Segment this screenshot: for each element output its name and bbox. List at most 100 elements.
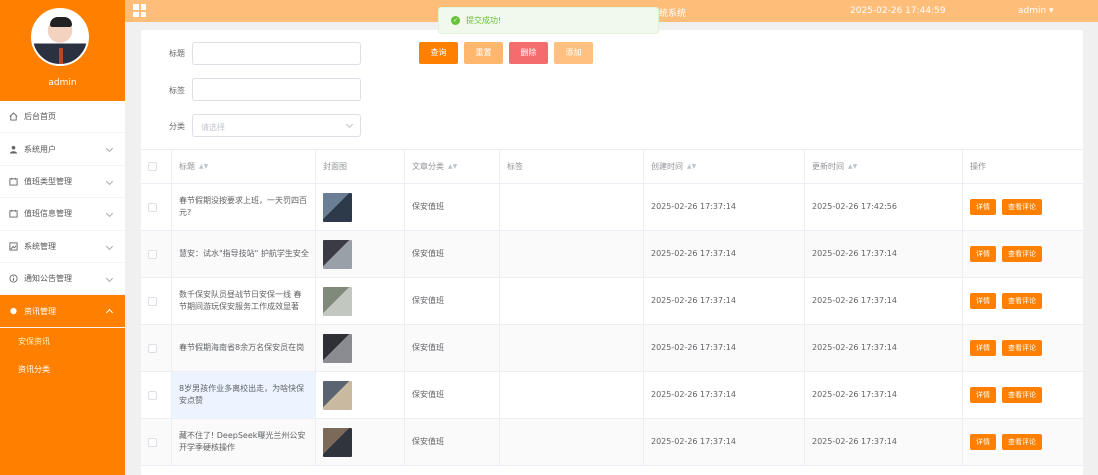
view-comments-button[interactable]: 查看评论 (1002, 340, 1042, 356)
reset-button[interactable]: 重置 (464, 42, 503, 64)
cover-image[interactable] (323, 380, 352, 410)
chevron-down-icon (345, 120, 354, 129)
col-created[interactable]: 创建时间 ▲▼ (644, 150, 805, 183)
row-checkbox[interactable] (148, 343, 157, 353)
chevron-down-icon (105, 177, 114, 185)
toast-message: 提交成功! (466, 16, 502, 25)
row-title: 8岁男孩作业多离校出走，为啥快保安点赞 (172, 372, 316, 418)
row-cover-cell (316, 372, 405, 418)
row-select-cell (141, 419, 172, 465)
detail-button[interactable]: 详情 (970, 434, 996, 450)
sort-icon: ▲▼ (848, 162, 858, 170)
row-checkbox[interactable] (148, 202, 157, 212)
select-all-checkbox[interactable] (148, 162, 157, 171)
info-icon (9, 274, 18, 283)
col-updated[interactable]: 更新时间 ▲▼ (805, 150, 963, 183)
detail-button[interactable]: 详情 (970, 293, 996, 309)
avatar[interactable] (31, 8, 89, 66)
view-comments-button[interactable]: 查看评论 (1002, 434, 1042, 450)
title-filter-label: 标题 (169, 49, 185, 58)
row-checkbox[interactable] (148, 296, 157, 306)
category-select[interactable]: 请选择 (192, 114, 361, 137)
detail-button[interactable]: 详情 (970, 387, 996, 403)
success-toast: ✓ 提交成功! (438, 7, 659, 34)
add-button[interactable]: 添加 (554, 42, 593, 64)
main-panel: 标题 标签 分类 请选择 查询 重置 删除 添加 标题 ▲▼ 封面图 文章分类 ▲▼… (141, 30, 1083, 475)
table-row: 8岁男孩作业多离校出走，为啥快保安点赞 保安值班 2025-02-26 17:3… (141, 372, 1083, 419)
view-comments-button[interactable]: 查看评论 (1002, 199, 1042, 215)
user-dropdown[interactable]: admin ▾ (1018, 6, 1054, 16)
sidebar-item-system-users[interactable]: 系统用户 (0, 133, 125, 166)
sidebar-subitem-security-news[interactable]: 安保资讯 (0, 328, 125, 356)
sidebar-item-duty-type[interactable]: 值班类型管理 (0, 166, 125, 199)
row-select-cell (141, 231, 172, 277)
view-comments-button[interactable]: 查看评论 (1002, 387, 1042, 403)
row-tag (500, 325, 644, 371)
row-created: 2025-02-26 17:37:14 (644, 184, 805, 230)
row-tag (500, 231, 644, 277)
row-cover-cell (316, 419, 405, 465)
profile-panel: admin (0, 0, 125, 101)
row-created: 2025-02-26 17:37:14 (644, 325, 805, 371)
row-updated: 2025-02-26 17:37:14 (805, 231, 963, 277)
cover-image[interactable] (323, 239, 352, 269)
row-title: 数千保安队员昼战节日安保一线 春节期间游玩保安服务工作成效显著 (172, 278, 316, 324)
row-cover-cell (316, 278, 405, 324)
col-title[interactable]: 标题 ▲▼ (172, 150, 316, 183)
row-select-cell (141, 184, 172, 230)
sidebar-item-label: 后台首页 (24, 112, 56, 122)
row-checkbox[interactable] (148, 437, 157, 447)
row-actions: 详情 查看评论 (963, 278, 1083, 324)
category-filter-label: 分类 (169, 122, 185, 131)
row-category: 保安值班 (405, 325, 500, 371)
row-checkbox[interactable] (148, 249, 157, 259)
row-title: 藏不住了! DeepSeek曝光兰州公安开学季硬核操作 (172, 419, 316, 465)
delete-button[interactable]: 删除 (509, 42, 548, 64)
row-title: 春节假期没按要求上班，一天罚四百元? (172, 184, 316, 230)
cover-image[interactable] (323, 427, 352, 457)
row-updated: 2025-02-26 17:37:14 (805, 325, 963, 371)
row-updated: 2025-02-26 17:37:14 (805, 372, 963, 418)
tag-filter-input[interactable] (192, 78, 361, 101)
row-category: 保安值班 (405, 231, 500, 277)
sidebar-item-label: 资讯管理 (24, 306, 56, 316)
detail-button[interactable]: 详情 (970, 340, 996, 356)
table-row: 春节假期没按要求上班，一天罚四百元? 保安值班 2025-02-26 17:37… (141, 184, 1083, 231)
col-category[interactable]: 文章分类 ▲▼ (405, 150, 500, 183)
row-created: 2025-02-26 17:37:14 (644, 231, 805, 277)
sidebar-subitem-news-category[interactable]: 资讯分类 (0, 356, 125, 384)
row-category: 保安值班 (405, 419, 500, 465)
query-button[interactable]: 查询 (419, 42, 458, 64)
table-row: 春节假期海南省8余万名保安员在岗 保安值班 2025-02-26 17:37:1… (141, 325, 1083, 372)
row-actions: 详情 查看评论 (963, 419, 1083, 465)
chevron-down-icon (105, 242, 114, 250)
sidebar-item-label: 系统管理 (24, 241, 56, 251)
sidebar-item-system-manage[interactable]: 系统管理 (0, 231, 125, 263)
sidebar-item-notice[interactable]: 通知公告管理 (0, 263, 125, 296)
chevron-down-icon (105, 210, 114, 218)
cover-image[interactable] (323, 192, 352, 222)
cover-image[interactable] (323, 333, 352, 363)
cover-image[interactable] (323, 286, 352, 316)
sort-icon: ▲▼ (199, 162, 209, 170)
row-tag (500, 184, 644, 230)
row-created: 2025-02-26 17:37:14 (644, 419, 805, 465)
sidebar-item-news[interactable]: 资讯管理 (0, 295, 125, 328)
title-filter-input[interactable] (192, 42, 361, 65)
sidebar-item-duty-info[interactable]: 值班信息管理 (0, 198, 125, 231)
row-checkbox[interactable] (148, 390, 157, 400)
datetime: 2025-02-26 17:44:59 (850, 6, 946, 16)
view-comments-button[interactable]: 查看评论 (1002, 293, 1042, 309)
detail-button[interactable]: 详情 (970, 199, 996, 215)
sidebar-item-home[interactable]: 后台首页 (0, 101, 125, 134)
view-comments-button[interactable]: 查看评论 (1002, 246, 1042, 262)
sidebar-item-label: 系统用户 (24, 144, 56, 154)
system-title: 统系统 (659, 9, 687, 19)
user-icon (9, 145, 18, 154)
detail-button[interactable]: 详情 (970, 246, 996, 262)
row-actions: 详情 查看评论 (963, 231, 1083, 277)
row-select-cell (141, 325, 172, 371)
calendar-icon (9, 210, 18, 218)
menu-toggle-icon[interactable] (133, 4, 146, 17)
home-icon (9, 112, 18, 121)
